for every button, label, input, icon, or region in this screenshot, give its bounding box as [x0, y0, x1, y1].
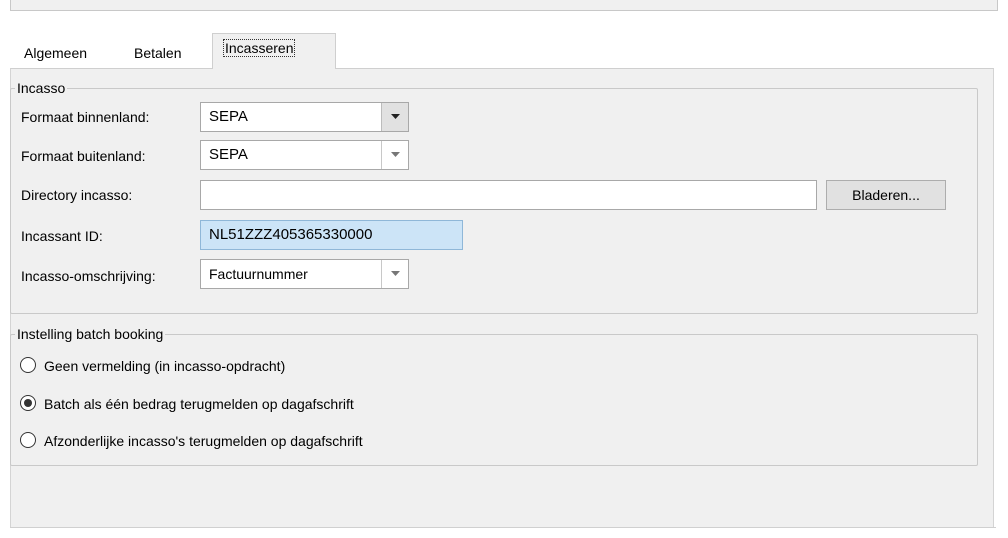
- radio-label: Afzonderlijke incasso's terugmelden op d…: [44, 433, 363, 449]
- chevron-down-icon: [391, 152, 400, 157]
- incasso-omschrijving-label: Incasso-omschrijving:: [21, 268, 156, 284]
- formaat-binnenland-label: Formaat binnenland:: [21, 109, 150, 125]
- select-value: SEPA: [209, 146, 248, 163]
- directory-incasso-label: Directory incasso:: [21, 187, 133, 203]
- radio-label: Geen vermelding (in incasso-opdracht): [44, 358, 286, 374]
- chevron-down-icon: [391, 271, 400, 276]
- formaat-binnenland-select[interactable]: SEPA: [200, 102, 409, 132]
- input-value: NL51ZZZ405365330000: [209, 226, 373, 243]
- group-title: Instelling batch booking: [15, 325, 166, 343]
- tab-label: Betalen: [134, 45, 182, 61]
- formaat-buitenland-label: Formaat buitenland:: [21, 148, 146, 164]
- select-value: Factuurnummer: [209, 266, 308, 282]
- radio-button[interactable]: [20, 432, 36, 448]
- tab-incasseren[interactable]: Incasseren: [212, 33, 336, 69]
- tab-betalen[interactable]: Betalen: [124, 40, 191, 68]
- formaat-buitenland-select[interactable]: SEPA: [200, 140, 409, 170]
- tab-algemeen[interactable]: Algemeen: [14, 40, 97, 68]
- panel-bottom-edge: [10, 527, 996, 528]
- dropdown-button[interactable]: [381, 260, 408, 288]
- tab-label: Algemeen: [24, 45, 88, 61]
- incassant-id-label: Incassant ID:: [21, 228, 103, 244]
- radio-button[interactable]: [20, 395, 36, 411]
- chevron-down-icon: [391, 114, 400, 119]
- incassant-id-input[interactable]: NL51ZZZ405365330000: [200, 220, 463, 250]
- group-title: Incasso: [15, 79, 68, 97]
- bladeren-button[interactable]: Bladeren...: [826, 180, 946, 210]
- incasso-omschrijving-select[interactable]: Factuurnummer: [200, 259, 409, 289]
- radio-selected-dot: [24, 399, 32, 407]
- tab-label: Incasseren: [223, 39, 296, 57]
- dropdown-button[interactable]: [381, 141, 408, 169]
- radio-button[interactable]: [20, 357, 36, 373]
- radio-label: Batch als één bedrag terugmelden op daga…: [44, 396, 354, 412]
- dropdown-button[interactable]: [381, 103, 408, 131]
- directory-incasso-input[interactable]: [200, 180, 817, 210]
- select-value: SEPA: [209, 108, 248, 125]
- window-frame-top: [10, 0, 998, 11]
